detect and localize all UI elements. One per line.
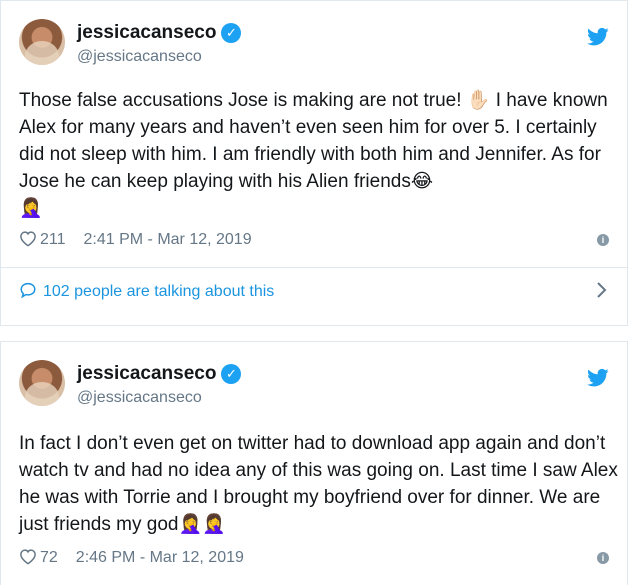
divider xyxy=(1,267,627,268)
verified-badge-icon: ✓ xyxy=(221,23,242,43)
like-count: 72 xyxy=(40,549,58,566)
tweet-header: jessicacanseco ✓ @jessicacanseco xyxy=(19,19,609,75)
heart-icon[interactable] xyxy=(19,548,37,565)
talking-count-text[interactable]: 102 people are talking about this xyxy=(43,283,274,300)
twitter-bird-icon[interactable] xyxy=(587,368,609,388)
chevron-right-icon[interactable] xyxy=(595,280,609,300)
tweet-card: jessicacanseco ✓ @jessicacanseco In fact … xyxy=(0,341,628,585)
timestamp[interactable]: 2:46 PM - Mar 12, 2019 xyxy=(76,549,244,566)
conversation-link[interactable]: 102 people are talking about this xyxy=(19,281,274,301)
display-name[interactable]: jessicacanseco ✓ xyxy=(77,363,242,385)
avatar[interactable] xyxy=(19,360,65,406)
user-handle[interactable]: @jessicacanseco xyxy=(77,389,202,407)
display-name-text[interactable]: jessicacanseco xyxy=(77,363,216,384)
verified-badge-icon: ✓ xyxy=(221,364,242,384)
heart-icon[interactable] xyxy=(19,230,37,247)
tweet-text: Those false accusations Jose is making a… xyxy=(19,87,619,222)
raised-hand-emoji: ✋🏻 xyxy=(466,90,491,111)
facepalm-emoji: 🤦‍♀️ xyxy=(178,514,203,535)
twitter-bird-icon[interactable] xyxy=(587,27,609,47)
like-count: 211 xyxy=(40,231,66,248)
timestamp[interactable]: 2:41 PM - Mar 12, 2019 xyxy=(84,231,252,248)
facepalm-emoji: 🤦‍♀️ xyxy=(202,514,226,535)
tweet-text: In fact I don’t even get on twitter had … xyxy=(19,430,619,538)
tweet-text-part: Those false accusations Jose is making a… xyxy=(19,90,467,111)
tweet-header: jessicacanseco ✓ @jessicacanseco xyxy=(19,360,609,416)
display-name[interactable]: jessicacanseco ✓ xyxy=(77,22,242,44)
tweet-meta: 211 2:41 PM - Mar 12, 2019 xyxy=(19,230,252,249)
tears-of-joy-emoji: 😂 xyxy=(410,171,434,192)
tweet-text-part: In fact I don’t even get on twitter had … xyxy=(19,433,618,535)
avatar[interactable] xyxy=(19,19,65,65)
tweet-meta: 72 2:46 PM - Mar 12, 2019 xyxy=(19,548,244,567)
info-icon[interactable]: i xyxy=(597,552,609,564)
info-icon[interactable]: i xyxy=(597,234,609,246)
speech-bubble-icon xyxy=(20,282,36,299)
display-name-text[interactable]: jessicacanseco xyxy=(77,22,216,43)
tweet-card: jessicacanseco ✓ @jessicacanseco Those fa… xyxy=(0,0,628,326)
user-handle[interactable]: @jessicacanseco xyxy=(77,48,202,66)
facepalm-emoji: 🤦‍♀️ xyxy=(19,198,43,219)
